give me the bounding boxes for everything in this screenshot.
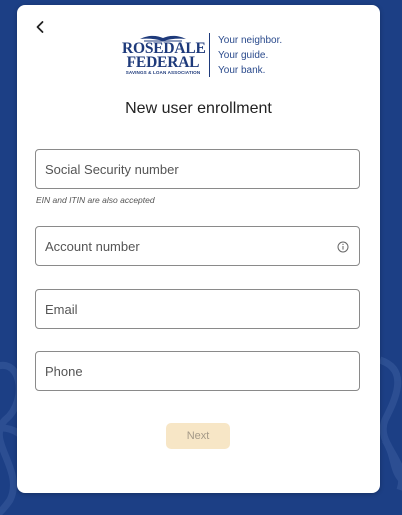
tagline-line: Your guide. <box>218 50 269 61</box>
logo-wordmark: ROSEDALE FEDERAL SAVINGS & LOAN ASSOCIAT… <box>122 33 206 79</box>
chevron-left-icon[interactable] <box>31 17 51 37</box>
next-button[interactable]: Next <box>166 423 230 449</box>
ssn-input[interactable] <box>36 150 359 188</box>
logo-name-line2: FEDERAL <box>126 54 200 71</box>
info-icon[interactable] <box>337 241 349 253</box>
logo-tagline: Your neighbor. Your guide. Your bank. <box>218 33 282 78</box>
logo-subtitle: SAVINGS & LOAN ASSOCIATION <box>125 70 201 75</box>
ssn-field <box>35 149 360 189</box>
enrollment-card: ROSEDALE FEDERAL SAVINGS & LOAN ASSOCIAT… <box>17 5 380 493</box>
phone-field <box>35 351 360 391</box>
ssn-hint: EIN and ITIN are also accepted <box>36 195 155 205</box>
phone-input[interactable] <box>36 352 359 390</box>
tagline-line: Your neighbor. <box>218 35 283 46</box>
email-field <box>35 289 360 329</box>
page-title: New user enrollment <box>125 100 272 117</box>
account-number-field <box>35 226 360 266</box>
tagline-line: Your bank. <box>218 65 266 76</box>
logo-divider <box>209 33 210 77</box>
account-number-input[interactable] <box>36 227 359 265</box>
rosedale-federal-logo: ROSEDALE FEDERAL SAVINGS & LOAN ASSOCIAT… <box>122 33 282 79</box>
email-input[interactable] <box>36 290 359 328</box>
